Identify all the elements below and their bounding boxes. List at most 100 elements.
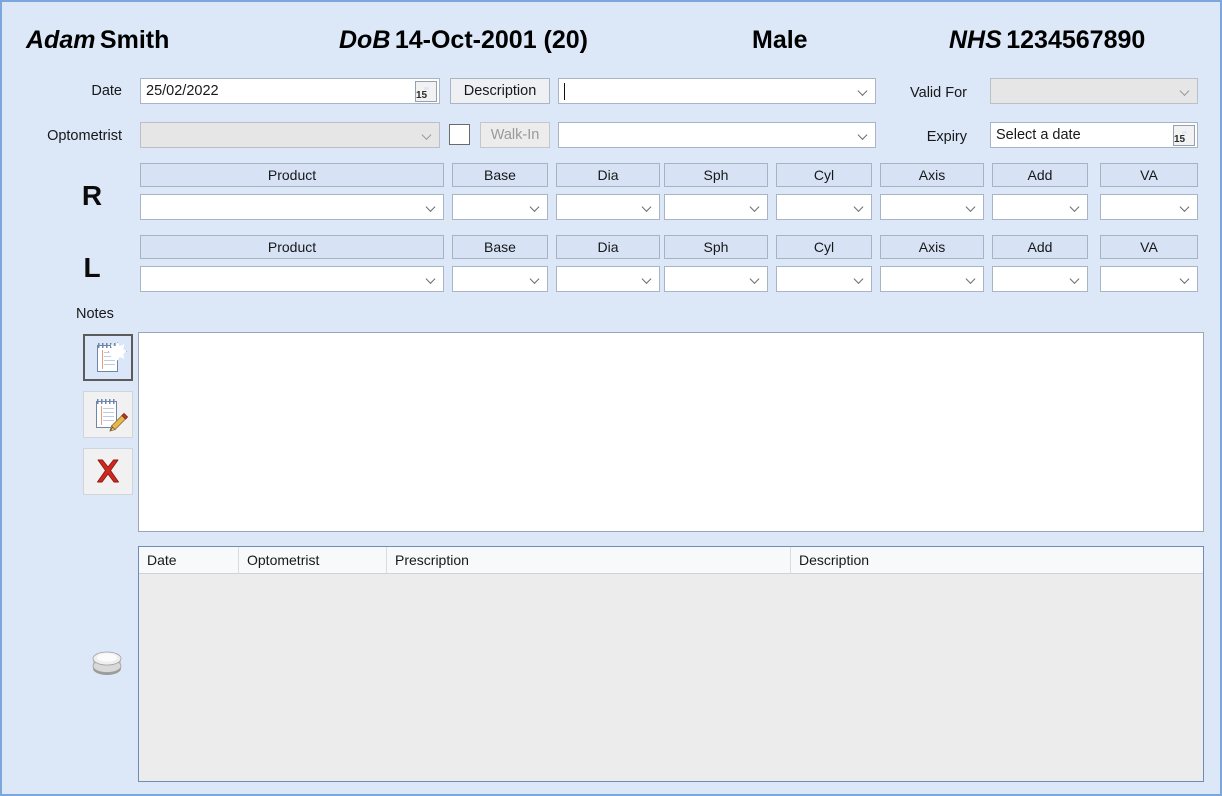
notes-textarea[interactable]	[138, 332, 1204, 532]
rx-l-axis-combo[interactable]	[880, 266, 984, 292]
chevron-down-icon	[967, 275, 976, 284]
date-input-value: 25/02/2022	[146, 83, 219, 99]
rx-l-sph-combo[interactable]	[664, 266, 768, 292]
delete-note-button[interactable]	[83, 448, 133, 495]
table-col-date[interactable]: Date	[139, 547, 239, 573]
patient-nhs: NHS 1234567890	[949, 26, 1145, 55]
patient-header-bar: Adam Smith DoB 14-Oct-2001 (20) Male NHS…	[4, 4, 1220, 64]
rx-header-base-l: Base	[452, 235, 548, 259]
chevron-down-icon	[427, 275, 436, 284]
rx-r-sph-combo[interactable]	[664, 194, 768, 220]
chevron-down-icon	[1071, 203, 1080, 212]
rx-l-dia-combo[interactable]	[556, 266, 660, 292]
patient-gender: Male	[752, 26, 808, 55]
patient-last-name: Smith	[99, 26, 170, 54]
starburst-glyph	[108, 342, 127, 361]
chevron-down-icon	[423, 131, 432, 140]
prescription-history-table[interactable]: Date Optometrist Prescription Descriptio…	[138, 546, 1204, 782]
rx-l-va-combo[interactable]	[1100, 266, 1198, 292]
rx-l-add-combo[interactable]	[992, 266, 1088, 292]
new-note-button[interactable]	[83, 334, 133, 381]
valid-for-label: Valid For	[910, 85, 967, 101]
pencil-glyph	[109, 412, 129, 432]
chevron-down-icon	[531, 203, 540, 212]
date-label: Date	[91, 83, 122, 99]
rx-r-cyl-combo[interactable]	[776, 194, 872, 220]
edit-note-button[interactable]	[83, 391, 133, 438]
rx-header-cyl-l: Cyl	[776, 235, 872, 259]
calendar-icon[interactable]: 15	[415, 81, 437, 102]
rx-r-base-combo[interactable]	[452, 194, 548, 220]
eye-label-r: R	[81, 180, 103, 211]
prescription-type-combo[interactable]	[558, 122, 876, 148]
rx-header-product-l: Product	[140, 235, 444, 259]
rx-l-product-combo[interactable]	[140, 266, 444, 292]
rx-header-axis-r: Axis	[880, 163, 984, 187]
rx-r-product-combo[interactable]	[140, 194, 444, 220]
chevron-down-icon	[1181, 87, 1190, 96]
rx-r-dia-combo[interactable]	[556, 194, 660, 220]
chevron-down-icon	[1181, 203, 1190, 212]
rx-header-base-r: Base	[452, 163, 548, 187]
optometrist-combo[interactable]	[140, 122, 440, 148]
table-col-prescription[interactable]: Prescription	[387, 547, 791, 573]
rx-header-product-r: Product	[140, 163, 444, 187]
patient-name: Adam Smith	[26, 26, 169, 55]
chevron-down-icon	[967, 203, 976, 212]
calendar-icon-day: 15	[1174, 134, 1186, 145]
walkin-checkbox[interactable]	[449, 124, 470, 145]
chevron-down-icon	[531, 275, 540, 284]
chevron-down-icon	[643, 275, 652, 284]
rx-l-cyl-combo[interactable]	[776, 266, 872, 292]
table-body	[139, 574, 1203, 781]
description-combo[interactable]	[558, 78, 876, 104]
rx-header-sph-l: Sph	[664, 235, 768, 259]
optometrist-label: Optometrist	[47, 128, 122, 144]
walkin-button[interactable]: Walk-In	[480, 122, 550, 148]
expiry-input[interactable]: Select a date 15	[990, 122, 1198, 148]
chevron-down-icon	[643, 203, 652, 212]
date-input[interactable]: 25/02/2022 15	[140, 78, 440, 104]
calendar-icon[interactable]: 15	[1173, 125, 1195, 146]
description-button[interactable]: Description	[450, 78, 550, 104]
rx-header-sph-r: Sph	[664, 163, 768, 187]
database-icon[interactable]	[90, 650, 124, 676]
rx-header-dia-l: Dia	[556, 235, 660, 259]
patient-first-name: Adam	[26, 26, 96, 54]
rx-header-dia-r: Dia	[556, 163, 660, 187]
valid-for-combo[interactable]	[990, 78, 1198, 104]
text-caret	[564, 83, 565, 100]
nhs-label: NHS	[949, 26, 1002, 54]
patient-dob: DoB 14-Oct-2001 (20)	[339, 26, 588, 55]
rx-l-base-combo[interactable]	[452, 266, 548, 292]
rx-r-va-combo[interactable]	[1100, 194, 1198, 220]
chevron-down-icon	[855, 203, 864, 212]
table-header-row: Date Optometrist Prescription Descriptio…	[139, 547, 1203, 574]
table-col-optometrist[interactable]: Optometrist	[239, 547, 387, 573]
rx-header-va-r: VA	[1100, 163, 1198, 187]
gender-value: Male	[752, 26, 808, 54]
chevron-down-icon	[751, 275, 760, 284]
chevron-down-icon	[1071, 275, 1080, 284]
red-x-icon	[97, 459, 119, 482]
rx-r-add-combo[interactable]	[992, 194, 1088, 220]
table-col-description[interactable]: Description	[791, 547, 1203, 573]
notes-label: Notes	[76, 306, 114, 322]
rx-header-add-l: Add	[992, 235, 1088, 259]
dob-label: DoB	[339, 26, 391, 54]
dob-value: 14-Oct-2001 (20)	[394, 26, 588, 54]
chevron-down-icon	[855, 275, 864, 284]
chevron-down-icon	[1181, 275, 1190, 284]
rx-header-axis-l: Axis	[880, 235, 984, 259]
chevron-down-icon	[751, 203, 760, 212]
expiry-label: Expiry	[926, 129, 967, 145]
rx-r-axis-combo[interactable]	[880, 194, 984, 220]
eye-label-l: L	[83, 252, 101, 283]
chevron-down-icon	[427, 203, 436, 212]
rx-header-add-r: Add	[992, 163, 1088, 187]
prescription-form-window: Adam Smith DoB 14-Oct-2001 (20) Male NHS…	[0, 0, 1222, 796]
nhs-value: 1234567890	[1006, 26, 1146, 54]
rx-header-cyl-r: Cyl	[776, 163, 872, 187]
calendar-icon-day: 15	[416, 90, 428, 101]
rx-header-va-l: VA	[1100, 235, 1198, 259]
